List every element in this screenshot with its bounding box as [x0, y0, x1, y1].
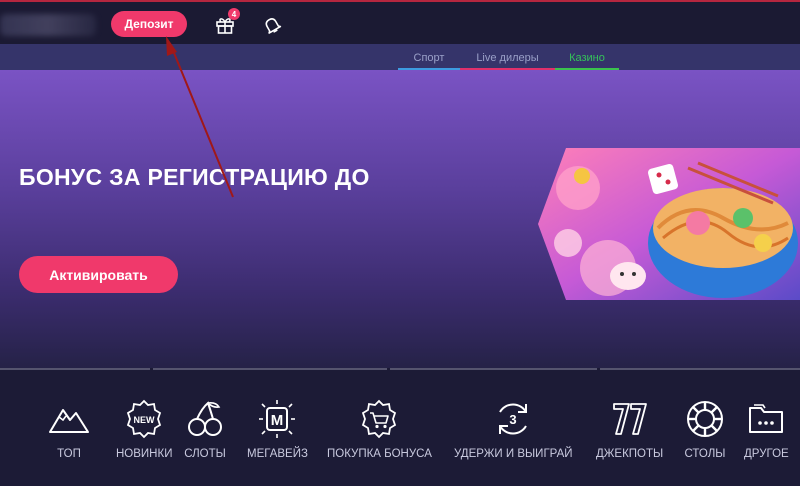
banner-title: БОНУС ЗА РЕГИСТРАЦИЮ ДО — [19, 164, 370, 190]
new-badge-icon: NEW — [127, 399, 162, 439]
tab-casino[interactable]: Казино — [555, 52, 619, 71]
activate-button[interactable]: Активировать — [19, 256, 178, 293]
category-label: УДЕРЖИ И ВЫИГРАЙ — [454, 448, 573, 460]
tab-live-dealers[interactable]: Live дилеры — [460, 52, 555, 71]
category-label: ДЖЕКПОТЫ — [596, 448, 664, 460]
category-megaways[interactable]: M МЕГАВЕЙЗ — [247, 398, 308, 460]
mountain-icon — [49, 409, 89, 433]
category-label: ТОП — [57, 448, 81, 460]
chip-icon — [687, 401, 723, 437]
category-hold-and-win[interactable]: 3 УДЕРЖИ И ВЫИГРАЙ — [454, 398, 573, 460]
tab-sport[interactable]: Спорт — [398, 52, 460, 71]
gift-button[interactable]: 4 — [212, 8, 240, 38]
svg-text:3: 3 — [510, 412, 517, 427]
svg-text:M: M — [271, 412, 284, 429]
logo[interactable] — [0, 14, 96, 36]
bell-icon — [265, 18, 282, 34]
product-tabs: Спорт Live дилеры Казино — [0, 44, 800, 71]
category-label: ПОКУПКА БОНУСА — [327, 448, 432, 460]
category-label: ДРУГОЕ — [744, 448, 789, 460]
megaways-icon: M — [259, 400, 296, 438]
category-jackpots[interactable]: ДЖЕКПОТЫ — [596, 398, 663, 460]
category-label: СЛОТЫ — [184, 448, 226, 460]
cherries-icon — [188, 401, 222, 436]
gift-badge: 4 — [228, 8, 240, 20]
category-label: СТОЛЫ — [684, 448, 726, 460]
category-other[interactable]: ДРУГОЕ — [744, 398, 789, 460]
svg-text:NEW: NEW — [134, 415, 156, 425]
category-bar: ТОП NEW НОВИНКИ СЛОТЫ M МЕГАВЕЙЗ ПОКУПКА… — [0, 368, 800, 486]
bonus-cart-icon — [362, 399, 397, 439]
category-new[interactable]: NEW НОВИНКИ — [116, 398, 172, 460]
folder-icon — [749, 404, 784, 433]
deposit-button[interactable]: Депозит — [111, 11, 187, 37]
hold-win-icon: 3 — [499, 403, 528, 435]
category-bonus-buy[interactable]: ПОКУПКА БОНУСА — [327, 398, 432, 460]
category-slots[interactable]: СЛОТЫ — [184, 398, 226, 460]
banner-illustration — [538, 148, 800, 300]
category-tables[interactable]: СТОЛЫ — [684, 398, 726, 460]
promo-banner: БОНУС ЗА РЕГИСТРАЦИЮ ДО Активировать — [0, 70, 800, 368]
seven-icon — [612, 403, 647, 435]
category-label: МЕГАВЕЙЗ — [247, 448, 308, 460]
category-label: НОВИНКИ — [116, 448, 173, 460]
top-header: Депозит 4 — [0, 0, 800, 44]
notifications-button[interactable] — [259, 12, 285, 38]
category-top[interactable]: ТОП — [48, 398, 90, 460]
